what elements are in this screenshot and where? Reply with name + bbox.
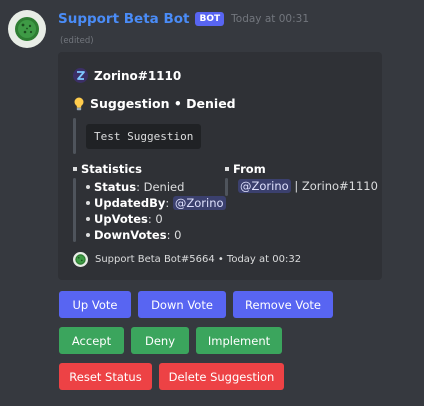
delete-suggestion-button[interactable]: Delete Suggestion: [159, 363, 284, 390]
embed-title-text: Suggestion • Denied: [90, 96, 236, 111]
stat-updated-by: UpdatedBy: @Zorino: [86, 196, 226, 210]
statistics-quote-bar: [73, 178, 76, 242]
stat-status: Status: Denied: [86, 180, 184, 194]
accept-button[interactable]: Accept: [59, 327, 124, 354]
lightbulb-icon: [74, 97, 84, 110]
bullet-square-icon: [73, 167, 77, 171]
implement-button[interactable]: Implement: [196, 327, 282, 354]
reset-status-button[interactable]: Reset Status: [59, 363, 152, 390]
deny-button[interactable]: Deny: [131, 327, 189, 354]
bot-avatar[interactable]: [8, 10, 46, 48]
field-from-name: From: [225, 162, 266, 176]
remove-vote-button[interactable]: Remove Vote: [233, 291, 333, 318]
suggestion-embed: Zorino#1110 Suggestion • Denied Test Sug…: [58, 52, 382, 280]
down-vote-button[interactable]: Down Vote: [138, 291, 226, 318]
edited-label: (edited): [60, 36, 94, 46]
footer-text: Support Beta Bot#5664 • Today at 00:32: [95, 254, 302, 265]
embed-footer: Support Beta Bot#5664 • Today at 00:32: [73, 252, 301, 267]
cookie-avatar-icon: [15, 17, 39, 41]
footer-avatar-icon: [73, 252, 88, 267]
stat-upvotes: UpVotes: 0: [86, 212, 163, 226]
from-quote-bar: [225, 178, 228, 196]
bullet-dot-icon: [86, 233, 90, 237]
bullet-square-icon: [225, 167, 229, 171]
bot-badge: BOT: [195, 12, 225, 26]
up-vote-button[interactable]: Up Vote: [59, 291, 131, 318]
user-mention[interactable]: @Zorino: [172, 196, 226, 210]
stat-downvotes: DownVotes: 0: [86, 228, 181, 242]
quote-bar: [73, 118, 76, 154]
bullet-dot-icon: [86, 185, 90, 189]
bot-username[interactable]: Support Beta Bot: [58, 11, 189, 27]
message-timestamp: Today at 00:31: [231, 13, 309, 25]
from-value: @Zorino | Zorino#1110: [238, 179, 378, 193]
author-avatar-icon: [73, 68, 88, 83]
suggestion-code-block: Test Suggestion: [86, 124, 202, 149]
bullet-dot-icon: [86, 201, 90, 205]
bullet-dot-icon: [86, 217, 90, 221]
embed-title: Suggestion • Denied: [73, 96, 236, 111]
message-header: Support Beta Bot BOT Today at 00:31: [58, 11, 309, 27]
author-name[interactable]: Zorino#1110: [94, 69, 181, 83]
user-mention[interactable]: @Zorino: [238, 179, 291, 193]
field-statistics-name: Statistics: [73, 162, 142, 176]
embed-author: Zorino#1110: [73, 68, 181, 83]
